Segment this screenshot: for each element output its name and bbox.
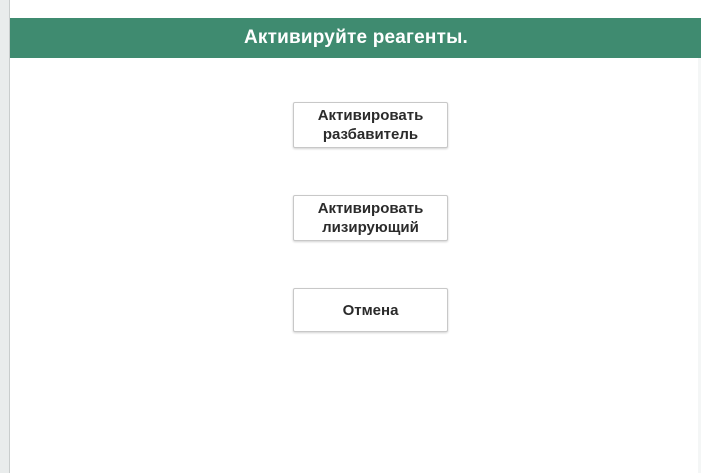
dialog-top-strip <box>10 0 701 18</box>
cancel-button[interactable]: Отмена <box>293 288 448 332</box>
activate-reagents-dialog: Активируйте реагенты. Активировать разба… <box>9 0 701 473</box>
dialog-title-bar: Активируйте реагенты. <box>10 18 701 58</box>
dialog-title: Активируйте реагенты. <box>243 27 469 48</box>
activate-lyse-button[interactable]: Активировать лизирующий <box>293 195 448 241</box>
activate-diluent-button[interactable]: Активировать разбавитель <box>293 102 448 148</box>
